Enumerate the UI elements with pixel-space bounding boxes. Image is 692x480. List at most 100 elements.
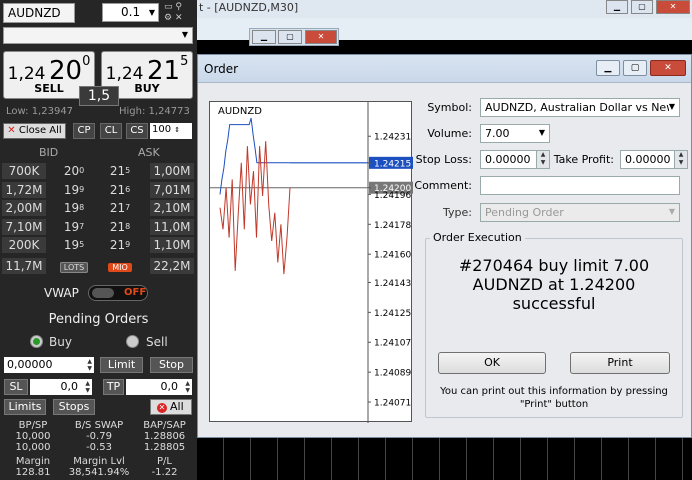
close-icon[interactable]: ✕ [305, 30, 337, 44]
ask-volume[interactable]: 1,00M [150, 163, 194, 179]
gear-icon[interactable]: ⚙ [164, 13, 172, 23]
lots-button[interactable]: LOTS [56, 258, 92, 274]
dom-row[interactable]: 700K 200 215 1,00M [0, 162, 197, 181]
ask-price[interactable]: 217 [102, 200, 138, 216]
restore-icon[interactable]: ▢ [278, 30, 302, 44]
pending-price-value: 0,00000 [7, 358, 53, 371]
buy-radio[interactable] [30, 335, 43, 348]
tp-input[interactable]: 0,0 ▲ ▼ [126, 379, 192, 395]
stats-cell: 1.28806 [143, 431, 186, 442]
vwap-toggle[interactable]: OFF [88, 285, 148, 301]
bid-price[interactable]: 197 [56, 219, 92, 235]
ask-price-sup: 6 [125, 184, 131, 194]
close-icon[interactable]: ✕ [656, 0, 690, 14]
dom-row[interactable]: 1,72M 199 216 7,01M [0, 181, 197, 200]
stop-loss-value: 0.00000 [485, 153, 531, 166]
stops-button[interactable]: Stops [53, 399, 95, 415]
dom-row[interactable]: 2,00M 198 217 2,10M [0, 199, 197, 218]
y-tick-label: 1.24196 [374, 191, 411, 201]
pending-orders-title: Pending Orders [48, 312, 149, 327]
bid-volume[interactable]: 700K [2, 163, 46, 179]
chevron-down-icon: ▼ [538, 128, 545, 137]
mio-button[interactable]: MIO [102, 258, 138, 274]
bid-price[interactable]: 198 [56, 200, 92, 216]
bid-price[interactable]: 200 [56, 163, 92, 179]
cp-button[interactable]: CP [73, 123, 95, 139]
spinner-icon[interactable]: ▲ ▼ [536, 151, 549, 168]
ask-price[interactable]: 216 [102, 182, 138, 198]
minimize-icon[interactable]: ▁ [606, 0, 628, 14]
pending-price-input[interactable]: 0,00000 ▲ ▼ [4, 357, 94, 373]
bid-price-main: 20 [63, 164, 80, 178]
price-series-line [219, 141, 291, 275]
sell-price-sup: 0 [82, 54, 91, 69]
tp-label: TP [103, 379, 124, 395]
execution-message: #270464 buy limit 7.00 AUDNZD at 1.24200… [427, 256, 681, 313]
ask-price[interactable]: 218 [102, 219, 138, 235]
cs-quantity-input[interactable]: 100 ⇕ [150, 123, 192, 139]
stop-loss-input[interactable]: 0.00000 ▲ ▼ [480, 150, 550, 169]
high-price: High: 1,24773 [119, 106, 190, 117]
print-button[interactable]: Print [570, 352, 670, 374]
dom-row[interactable]: 7,10M 197 218 11,0M [0, 218, 197, 237]
volume-value: 7.00 [485, 127, 510, 140]
cs-quantity-value: 100 [152, 124, 172, 135]
ask-volume[interactable]: 1,10M [150, 237, 194, 253]
spinner-icon[interactable]: ▲ ▼ [185, 380, 190, 394]
execution-title: Order Execution [430, 231, 525, 244]
comment-input[interactable] [480, 176, 680, 195]
minimize-icon[interactable]: ▁ [252, 30, 276, 44]
ask-volume[interactable]: 2,10M [150, 200, 194, 216]
symbol-selector[interactable]: AUDNZD [3, 3, 75, 23]
symbol-select[interactable]: AUDNZD, Australian Dollar vs New Zea ▼ [480, 98, 680, 117]
bid-volume[interactable]: 7,10M [2, 218, 46, 235]
tp-value: 0,0 [160, 380, 179, 393]
dom-row[interactable]: 200K 195 219 1,10M [0, 236, 197, 255]
close-all-button[interactable]: ✕ Close All [3, 123, 66, 139]
bid-price-sup: 5 [79, 240, 85, 249]
spinner-icon[interactable]: ▲ ▼ [87, 358, 92, 372]
take-profit-label: Take Profit: [553, 153, 614, 166]
volume-select[interactable]: 7.00 ▼ [480, 124, 550, 143]
cs-button[interactable]: CS [126, 123, 148, 139]
close-icon: ✕ [157, 403, 167, 413]
bid-volume[interactable]: 1,72M [2, 181, 46, 198]
pin-icon[interactable]: ⚲ [175, 2, 182, 12]
ask-volume[interactable]: 11,0M [150, 218, 194, 235]
lot-size-select[interactable]: 0.1 ▼ [102, 3, 159, 22]
bid-price[interactable]: 199 [56, 182, 92, 198]
ask-volume[interactable]: 7,01M [150, 181, 194, 198]
sell-radio[interactable] [126, 335, 139, 348]
ok-button[interactable]: OK [438, 352, 546, 374]
window-icon[interactable]: ▭ [164, 2, 173, 12]
y-tick-label: 1.24089 [374, 369, 411, 379]
maximize-icon[interactable]: ▢ [623, 60, 647, 76]
account-dropdown[interactable]: ▼ [3, 27, 193, 44]
close-icon[interactable]: ✕ [175, 13, 183, 23]
bid-volume[interactable]: 200K [2, 237, 46, 253]
ask-price[interactable]: 215 [102, 163, 138, 179]
maximize-icon[interactable]: ▢ [631, 0, 653, 14]
sl-input[interactable]: 0,0 ▲ ▼ [30, 379, 92, 395]
spinner-icon[interactable]: ⇕ [174, 126, 180, 134]
close-icon[interactable]: ✕ [650, 60, 686, 76]
y-tick-label: 1.24125 [374, 309, 411, 319]
order-dialog: Order ▁ ▢ ✕ AUDNZD 1.24231 1.24215 1.24200… [197, 54, 692, 438]
cl-button[interactable]: CL [100, 123, 122, 139]
stop-button[interactable]: Stop [150, 357, 193, 373]
spinner-icon[interactable]: ▲ ▼ [674, 151, 687, 168]
minimize-icon[interactable]: ▁ [596, 60, 620, 76]
take-profit-input[interactable]: 0.00000 ▲ ▼ [620, 150, 688, 169]
spinner-icon[interactable]: ▲ ▼ [85, 380, 90, 394]
spread-value: 1,5 [79, 86, 119, 106]
all-button[interactable]: ✕ All [150, 399, 192, 415]
stats-header: BAP/SAP [143, 420, 186, 431]
tick-chart-svg: AUDNZD 1.242311.242151.242001.241961.241… [210, 102, 413, 423]
bid-volume[interactable]: 2,00M [2, 200, 46, 216]
type-select[interactable]: Pending Order ▼ [480, 203, 680, 222]
ask-price[interactable]: 219 [102, 237, 138, 253]
bid-price[interactable]: 195 [56, 237, 92, 253]
limits-button[interactable]: Limits [4, 399, 46, 415]
y-tick-label: 1.24215 [374, 159, 411, 169]
limit-button[interactable]: Limit [100, 357, 143, 373]
